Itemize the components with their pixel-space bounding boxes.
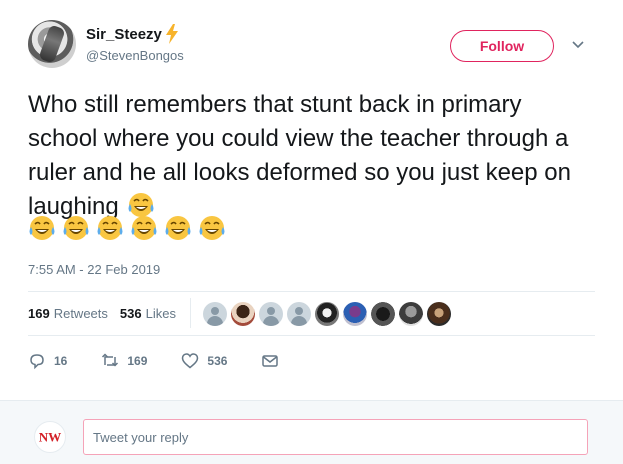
retweet-count: 169 <box>127 354 148 368</box>
tears-of-joy-emoji-icon <box>165 216 191 240</box>
tweet-body: Who still remembers that stunt back in p… <box>28 91 571 220</box>
liker-avatar[interactable] <box>231 302 255 326</box>
nw-logo-icon: NW <box>35 422 65 452</box>
direct-message-action[interactable] <box>261 352 287 370</box>
author-avatar[interactable] <box>28 20 76 68</box>
reply-icon <box>30 354 44 370</box>
liker-avatars <box>203 302 451 326</box>
reply-count: 16 <box>54 354 68 368</box>
engagement-stats: 169 Retweets 536 Likes <box>28 306 188 321</box>
tweet-timestamp[interactable]: 7:55 AM - 22 Feb 2019 <box>28 262 160 277</box>
tears-of-joy-emoji-icon <box>199 216 225 240</box>
tweet-text: Who still remembers that stunt back in p… <box>28 88 588 224</box>
tears-of-joy-emoji-icon <box>97 216 123 240</box>
retweets-stat[interactable]: 169 Retweets <box>28 306 108 321</box>
liker-avatar[interactable] <box>203 302 227 326</box>
divider <box>28 335 595 336</box>
liker-avatar[interactable] <box>287 302 311 326</box>
reply-composer: NW Tweet your reply <box>0 400 623 464</box>
reply-action[interactable]: 16 <box>28 352 67 370</box>
tears-of-joy-emoji-icon <box>63 216 89 240</box>
likes-stat[interactable]: 536 Likes <box>120 306 176 321</box>
liker-avatar[interactable] <box>343 302 367 326</box>
tweet-actions: 16 169 536 <box>28 352 321 370</box>
liker-avatar[interactable] <box>371 302 395 326</box>
emoji-row <box>28 214 226 242</box>
lightning-bolt-icon <box>165 24 178 44</box>
like-action[interactable]: 536 <box>181 352 227 370</box>
liker-avatar[interactable] <box>399 302 423 326</box>
current-user-avatar[interactable]: NW <box>34 421 66 453</box>
envelope-icon <box>262 355 279 367</box>
liker-avatar[interactable] <box>315 302 339 326</box>
likes-label: Likes <box>145 306 176 321</box>
tears-of-joy-emoji-icon <box>29 216 55 240</box>
retweets-label: Retweets <box>53 306 108 321</box>
liker-avatar[interactable] <box>427 302 451 326</box>
tweet-header: Sir_Steezy @StevenBongos Follow <box>0 0 623 80</box>
author-display-name[interactable]: Sir_Steezy <box>86 26 162 43</box>
retweets-count: 169 <box>28 306 50 321</box>
retweet-icon <box>102 353 119 367</box>
svg-text:NW: NW <box>39 430 62 445</box>
author-handle[interactable]: @StevenBongos <box>86 48 184 63</box>
divider <box>28 291 595 292</box>
likes-count: 536 <box>119 306 142 321</box>
heart-icon <box>182 353 199 369</box>
stats-separator <box>190 298 191 328</box>
tears-of-joy-emoji-icon <box>131 216 157 240</box>
like-count: 536 <box>207 354 228 368</box>
retweet-action[interactable]: 169 <box>101 352 147 370</box>
reply-input[interactable]: Tweet your reply <box>83 419 588 455</box>
chevron-down-icon[interactable] <box>571 38 585 52</box>
follow-button[interactable]: Follow <box>450 30 554 62</box>
author-name-row[interactable]: Sir_Steezy <box>86 24 179 44</box>
liker-avatar[interactable] <box>259 302 283 326</box>
